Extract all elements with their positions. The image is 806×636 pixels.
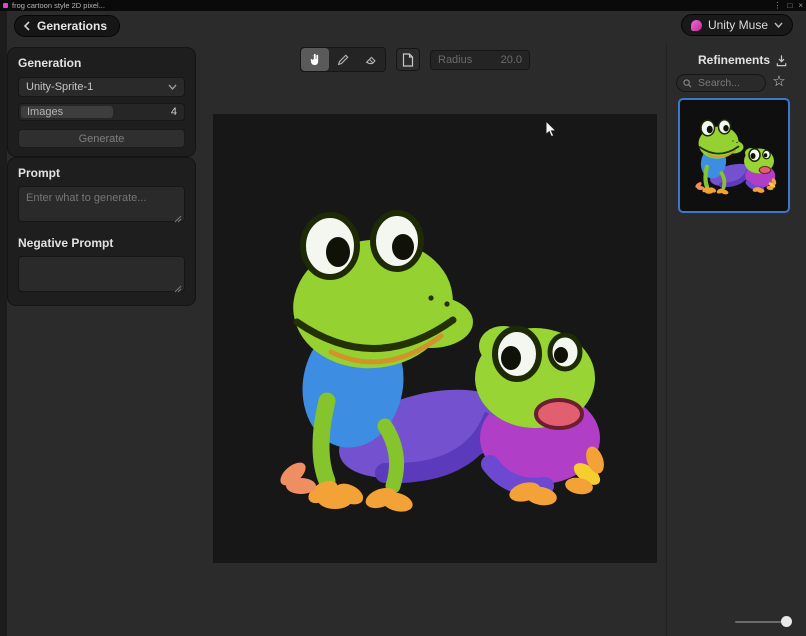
images-field-value: 4 <box>170 106 177 118</box>
eraser-tool-button[interactable] <box>357 48 385 71</box>
canvas-toolbar: Radius 20.0 <box>300 47 530 72</box>
chevron-left-icon <box>23 21 31 31</box>
paper-icon <box>402 52 414 67</box>
pan-tool-button[interactable] <box>301 48 329 71</box>
chevron-down-icon <box>168 84 177 90</box>
prompt-label: Prompt <box>18 166 60 180</box>
model-dropdown[interactable]: Unity-Sprite-1 <box>18 77 185 97</box>
muse-icon <box>690 19 702 31</box>
window-title: frog cartoon style 2D pixel... <box>12 1 105 10</box>
eraser-icon <box>364 53 378 67</box>
zoom-slider-track[interactable] <box>735 621 785 623</box>
negative-prompt-label: Negative Prompt <box>18 236 114 250</box>
unity-muse-button[interactable]: Unity Muse <box>680 14 793 36</box>
images-count-field[interactable]: Images 4 <box>18 103 185 121</box>
generate-button[interactable]: Generate <box>18 129 185 148</box>
thumbnail-frogs-image <box>684 113 784 198</box>
tool-group <box>300 47 386 72</box>
images-field-label: Images <box>27 106 64 118</box>
images-field-label-chip: Images <box>21 106 113 118</box>
search-icon <box>683 78 692 88</box>
radius-value: 20.0 <box>500 53 522 66</box>
pencil-icon <box>336 53 350 67</box>
refinement-thumbnail-selected[interactable] <box>678 98 790 213</box>
brush-tool-button[interactable] <box>329 48 357 71</box>
prompt-textarea[interactable] <box>18 186 185 222</box>
unity-muse-label: Unity Muse <box>707 18 768 32</box>
window-maximize-icon[interactable]: □ <box>787 0 792 11</box>
search-field[interactable] <box>676 74 766 92</box>
panel-divider <box>666 42 667 636</box>
window-icon <box>3 3 8 8</box>
generation-panel: Generation Unity-Sprite-1 Images 4 Gener… <box>8 48 195 156</box>
window-close-icon[interactable]: × <box>798 0 803 11</box>
app-window: frog cartoon style 2D pixel... ⋮ □ × Gen… <box>0 0 806 636</box>
radius-field[interactable]: Radius 20.0 <box>430 49 530 70</box>
window-titlebar[interactable]: frog cartoon style 2D pixel... ⋮ □ × <box>0 0 806 11</box>
generation-title: Generation <box>18 56 82 70</box>
back-button-label: Generations <box>37 19 108 33</box>
canvas[interactable] <box>213 114 657 563</box>
favorite-star-button[interactable]: ☆ <box>769 72 789 92</box>
refinements-title: Refinements <box>698 53 771 67</box>
generated-frogs-image <box>235 186 635 526</box>
hand-icon <box>308 53 322 67</box>
zoom-slider-knob[interactable] <box>781 616 792 627</box>
left-edge-strip <box>0 11 7 636</box>
mouse-cursor <box>545 120 558 138</box>
export-button[interactable] <box>772 51 790 69</box>
download-icon <box>775 54 788 67</box>
search-input[interactable] <box>696 76 759 90</box>
chevron-down-icon <box>774 22 783 28</box>
back-button[interactable]: Generations <box>14 15 121 37</box>
radius-label: Radius <box>438 53 473 66</box>
clear-canvas-button[interactable] <box>396 48 420 71</box>
negative-prompt-textarea[interactable] <box>18 256 185 292</box>
window-menu-icon[interactable]: ⋮ <box>773 0 781 11</box>
prompt-panel: Prompt Negative Prompt <box>8 158 195 305</box>
model-dropdown-value: Unity-Sprite-1 <box>26 81 94 93</box>
